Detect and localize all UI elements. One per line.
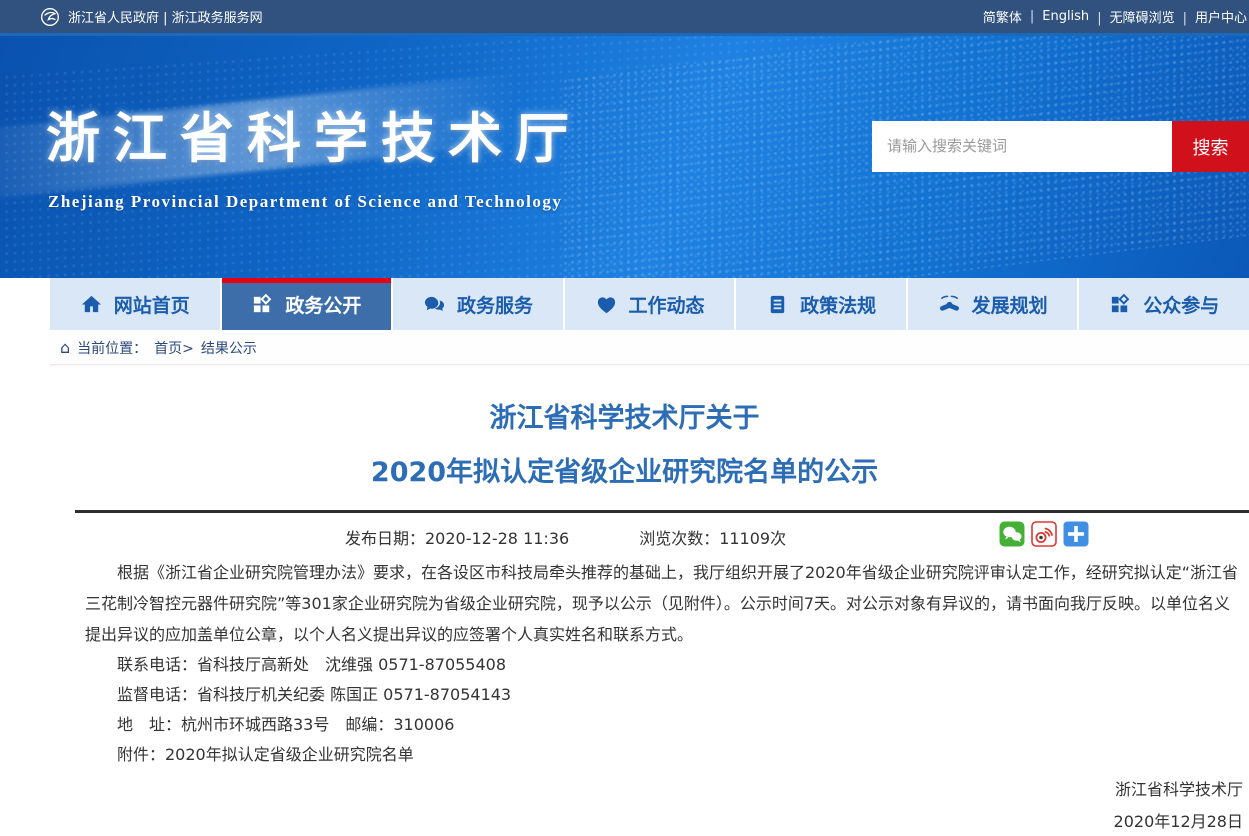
chat-bubbles-icon bbox=[423, 293, 446, 316]
wechat-share-icon[interactable] bbox=[999, 521, 1025, 547]
utility-links: 简繁体 English 无障碍浏览 用户中心 bbox=[983, 7, 1247, 26]
publish-date: 发布日期：2020-12-28 11:36 bbox=[345, 525, 569, 549]
article-meta: 发布日期：2020-12-28 11:36 浏览次数：11109次 bbox=[0, 513, 1249, 555]
article-body: 根据《浙江省企业研究院管理办法》要求，在各设区市科技局牵头推荐的基础上，我厅组织… bbox=[85, 557, 1243, 770]
toplink-english[interactable]: English bbox=[1022, 9, 1089, 24]
gov-portal-group[interactable]: 浙江省人民政府 | 浙江政务服务网 bbox=[40, 7, 263, 27]
attachment-line: 附件：2020年拟认定省级企业研究院名单 bbox=[85, 740, 1243, 770]
site-banner: 浙江省科学技术厅 Zhejiang Provincial Department … bbox=[0, 36, 1249, 278]
nav-item-home[interactable]: 网站首页 bbox=[50, 278, 222, 330]
article: 浙江省科学技术厅关于 2020年拟认定省级企业研究院名单的公示 发布日期：202… bbox=[0, 365, 1249, 836]
grid-diamond-icon bbox=[1109, 293, 1132, 316]
contact-phone: 联系电话：省科技厅高新处 沈维强 0571-87055408 bbox=[85, 650, 1243, 680]
article-title: 浙江省科学技术厅关于 2020年拟认定省级企业研究院名单的公示 bbox=[0, 392, 1249, 500]
more-share-icon[interactable] bbox=[1063, 521, 1089, 547]
nav-label: 政务公开 bbox=[285, 291, 361, 318]
top-utility-bar: 浙江省人民政府 | 浙江政务服务网 简繁体 English 无障碍浏览 用户中心 bbox=[0, 0, 1249, 33]
site-title: 浙江省科学技术厅 bbox=[46, 94, 582, 173]
share-buttons bbox=[999, 521, 1089, 547]
article-signature: 浙江省科学技术厅 2020年12月28日 bbox=[0, 774, 1243, 836]
nav-item-development-plan[interactable]: 发展规划 bbox=[908, 278, 1080, 330]
nav-item-policies[interactable]: 政策法规 bbox=[736, 278, 908, 330]
nav-item-gov-services[interactable]: 政务服务 bbox=[393, 278, 565, 330]
weibo-share-icon[interactable] bbox=[1031, 521, 1057, 547]
zhejiang-gov-logo-icon bbox=[40, 7, 60, 27]
signature-department: 浙江省科学技术厅 bbox=[0, 774, 1243, 806]
search-input[interactable] bbox=[872, 121, 1172, 172]
handshake-icon bbox=[938, 293, 961, 316]
signature-date: 2020年12月28日 bbox=[0, 806, 1243, 836]
breadcrumb-current[interactable]: 结果公示 bbox=[201, 338, 257, 358]
nav-label: 政策法规 bbox=[800, 291, 876, 318]
home-icon: ⌂ bbox=[60, 340, 70, 356]
article-paragraph: 根据《浙江省企业研究院管理办法》要求，在各设区市科技局牵头推荐的基础上，我厅组织… bbox=[85, 557, 1243, 650]
breadcrumb: ⌂ 当前位置： 首页> 结果公示 bbox=[50, 332, 1249, 365]
nav-item-work-news[interactable]: 工作动态 bbox=[565, 278, 737, 330]
nav-label: 网站首页 bbox=[114, 291, 190, 318]
gov-portal-links[interactable]: 浙江省人民政府 | 浙江政务服务网 bbox=[68, 7, 263, 26]
search-button[interactable]: 搜索 bbox=[1172, 121, 1249, 172]
nav-label: 公众参与 bbox=[1143, 291, 1219, 318]
heart-icon bbox=[595, 293, 618, 316]
nav-item-gov-disclosure[interactable]: 政务公开 bbox=[222, 278, 394, 330]
breadcrumb-home-link[interactable]: 首页> bbox=[154, 338, 194, 358]
site-search: 搜索 bbox=[872, 121, 1249, 172]
supervision-phone: 监督电话：省科技厅机关纪委 陈国正 0571-87054143 bbox=[85, 680, 1243, 710]
toplink-accessibility[interactable]: 无障碍浏览 bbox=[1089, 7, 1174, 26]
toplink-simplified-traditional[interactable]: 简繁体 bbox=[983, 7, 1022, 26]
address-line: 地 址：杭州市环城西路33号 邮编：310006 bbox=[85, 710, 1243, 740]
home-icon bbox=[80, 293, 103, 316]
article-title-line1: 浙江省科学技术厅关于 bbox=[0, 392, 1249, 446]
article-title-line2: 2020年拟认定省级企业研究院名单的公示 bbox=[0, 446, 1249, 500]
breadcrumb-prefix: 当前位置： bbox=[77, 338, 147, 358]
nav-item-public-participation[interactable]: 公众参与 bbox=[1079, 278, 1249, 330]
grid-diamond-icon bbox=[251, 293, 274, 316]
toplink-user-center[interactable]: 用户中心 bbox=[1175, 7, 1247, 26]
main-navigation: 网站首页 政务公开 政务服务 工作动态 政策法规 bbox=[0, 278, 1249, 330]
nav-label: 政务服务 bbox=[457, 291, 533, 318]
site-title-english: Zhejiang Provincial Department of Scienc… bbox=[48, 192, 562, 212]
nav-left-spacer bbox=[0, 278, 50, 330]
nav-label: 发展规划 bbox=[972, 291, 1048, 318]
nav-label: 工作动态 bbox=[629, 291, 705, 318]
view-count: 浏览次数：11109次 bbox=[639, 525, 786, 549]
document-icon bbox=[766, 293, 789, 316]
